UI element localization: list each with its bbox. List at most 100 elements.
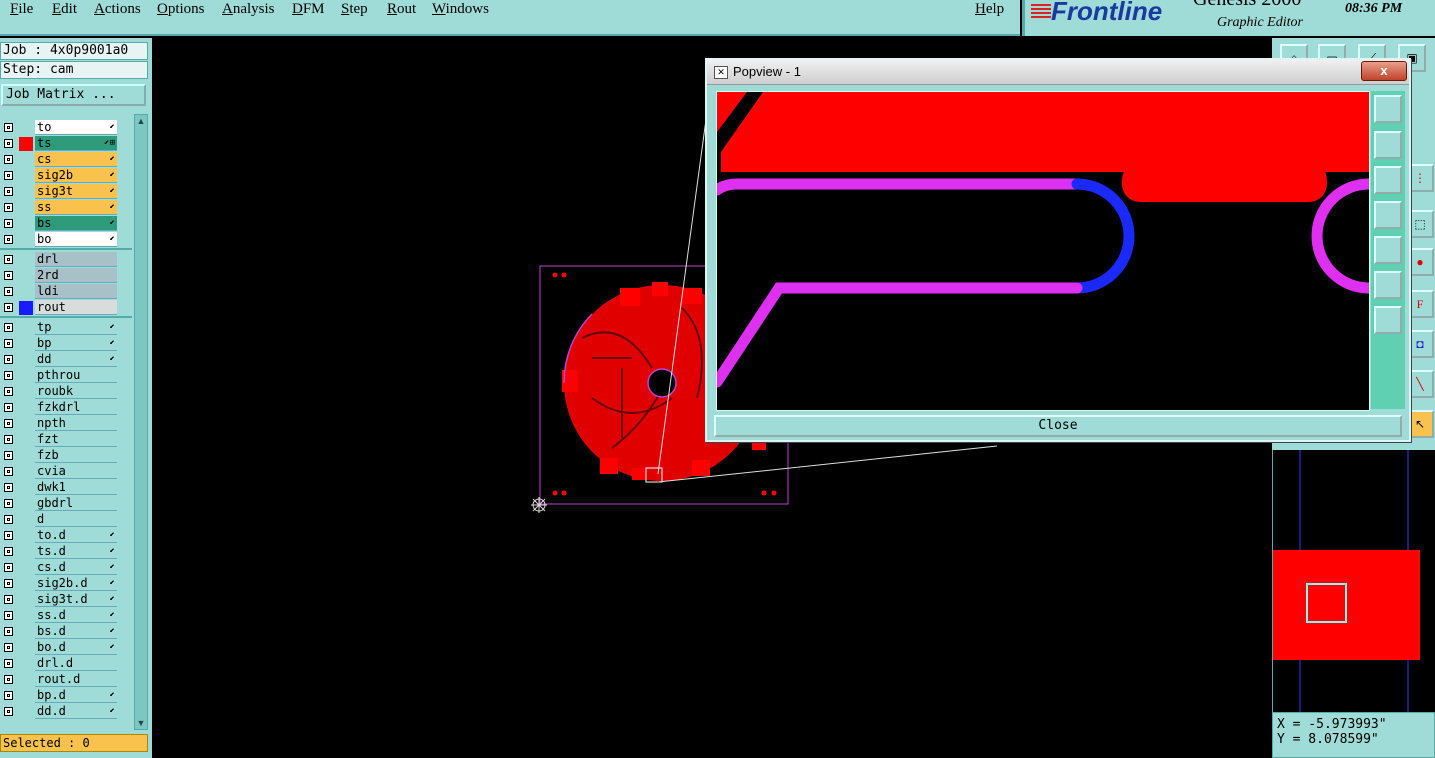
layer-row-cs-d[interactable]: cs.d ⬋ [0,560,132,576]
layer-row-rout-d[interactable]: rout.d [0,672,132,688]
layer-name[interactable]: sig2b ⬋ [35,168,117,183]
layer-row-drl[interactable]: drl [0,252,132,268]
layer-name[interactable]: ts ⬋⊞ [35,136,117,151]
layer-color-swatch[interactable] [19,169,33,183]
layer-row-sig2b-d[interactable]: sig2b.d ⬋ [0,576,132,592]
layer-color-swatch[interactable] [19,641,33,655]
layer-color-swatch[interactable] [19,593,33,607]
layer-name[interactable]: sig2b.d ⬋ [35,576,117,591]
layer-name[interactable]: bs ⬋ [35,216,117,231]
layer-name[interactable]: ldi [35,284,117,299]
layer-color-swatch[interactable] [19,417,33,431]
layer-color-swatch[interactable] [19,153,33,167]
layer-row-dd[interactable]: dd ⬋ [0,352,132,368]
pan-left-icon[interactable] [1374,201,1402,229]
layer-row-2rd[interactable]: 2rd [0,268,132,284]
layer-checkbox[interactable] [4,255,13,264]
layer-color-swatch[interactable] [19,529,33,543]
layer-row-gbdrl[interactable]: gbdrl [0,496,132,512]
layer-color-swatch[interactable] [19,545,33,559]
layer-checkbox[interactable] [4,643,13,652]
layer-name[interactable]: roubk [35,384,117,399]
layer-row-ts[interactable]: ts ⬋⊞ [0,136,132,152]
layer-checkbox[interactable] [4,171,13,180]
layer-color-swatch[interactable] [19,321,33,335]
layer-checkbox[interactable] [4,355,13,364]
layer-color-swatch[interactable] [19,513,33,527]
layer-name[interactable]: dd.d ⬋ [35,704,117,719]
layer-checkbox[interactable] [4,499,13,508]
layer-name[interactable]: ts.d ⬋ [35,544,117,559]
layer-name[interactable]: npth [35,416,117,431]
layer-color-swatch[interactable] [19,285,33,299]
popview-window[interactable]: ✕ Popview - 1 x Close [705,58,1411,442]
layer-color-swatch[interactable] [19,577,33,591]
layer-color-swatch[interactable] [19,497,33,511]
layer-color-swatch[interactable] [19,385,33,399]
layer-checkbox[interactable] [4,219,13,228]
layer-checkbox[interactable] [4,187,13,196]
layer-checkbox[interactable] [4,123,13,132]
layer-row-ss-d[interactable]: ss.d ⬋ [0,608,132,624]
layer-row-ldi[interactable]: ldi [0,284,132,300]
layer-color-swatch[interactable] [19,301,33,315]
layer-row-to[interactable]: to ⬋ [0,120,132,136]
layer-checkbox[interactable] [4,659,13,668]
layer-name[interactable]: ss ⬋ [35,200,117,215]
layer-row-bo[interactable]: bo ⬋ [0,232,132,248]
layer-checkbox[interactable] [4,675,13,684]
layer-checkbox[interactable] [4,271,13,280]
layer-color-swatch[interactable] [19,625,33,639]
layer-name[interactable]: bp.d ⬋ [35,688,117,703]
menu-help[interactable]: Help [975,1,1004,18]
layer-name[interactable]: bo ⬋ [35,232,117,247]
layer-checkbox[interactable] [4,451,13,460]
layer-checkbox[interactable] [4,419,13,428]
layer-checkbox[interactable] [4,371,13,380]
layer-name[interactable]: fzb [35,448,117,463]
layer-row-sig3t[interactable]: sig3t ⬋ [0,184,132,200]
layer-name[interactable]: 2rd [35,268,117,283]
layer-checkbox[interactable] [4,707,13,716]
layer-name[interactable]: bo.d ⬋ [35,640,117,655]
layer-checkbox[interactable] [4,627,13,636]
layer-row-to-d[interactable]: to.d ⬋ [0,528,132,544]
layer-row-cvia[interactable]: cvia [0,464,132,480]
layer-row-fzkdrl[interactable]: fzkdrl [0,400,132,416]
layer-row-tp[interactable]: tp ⬋ [0,320,132,336]
layer-checkbox[interactable] [4,287,13,296]
layer-color-swatch[interactable] [19,337,33,351]
layer-name[interactable]: drl [35,252,117,267]
scroll-up-icon[interactable]: ▲ [135,115,147,127]
layer-color-swatch[interactable] [19,609,33,623]
layer-row-bs-d[interactable]: bs.d ⬋ [0,624,132,640]
menu-edit[interactable]: Edit [52,1,77,18]
layer-row-cs[interactable]: cs ⬋ [0,152,132,168]
layer-checkbox[interactable] [4,611,13,620]
menu-file[interactable]: File [10,1,33,18]
layer-name[interactable]: fzkdrl [35,400,117,415]
layer-name[interactable]: tp ⬋ [35,320,117,335]
pan-up-icon[interactable] [1374,131,1402,159]
layer-row-pthrou[interactable]: pthrou [0,368,132,384]
layer-name[interactable]: d [35,512,117,527]
layer-checkbox[interactable] [4,387,13,396]
popview-titlebar[interactable]: ✕ Popview - 1 x [707,60,1409,85]
layer-checkbox[interactable] [4,323,13,332]
layer-name[interactable]: bs.d ⬋ [35,624,117,639]
layer-row-ss[interactable]: ss ⬋ [0,200,132,216]
layer-color-swatch[interactable] [19,253,33,267]
layer-name[interactable]: cs.d ⬋ [35,560,117,575]
layer-checkbox[interactable] [4,515,13,524]
layer-row-bp[interactable]: bp ⬋ [0,336,132,352]
layer-checkbox[interactable] [4,339,13,348]
close-icon[interactable]: x [1361,61,1407,81]
layer-name[interactable]: fzt [35,432,117,447]
layer-color-swatch[interactable] [19,705,33,719]
layer-color-swatch[interactable] [19,185,33,199]
menu-step[interactable]: Step [341,1,368,18]
layer-name[interactable]: dwk1 [35,480,117,495]
layer-color-swatch[interactable] [19,353,33,367]
layer-scrollbar[interactable]: ▲ ▼ [134,114,148,730]
layer-row-roubk[interactable]: roubk [0,384,132,400]
